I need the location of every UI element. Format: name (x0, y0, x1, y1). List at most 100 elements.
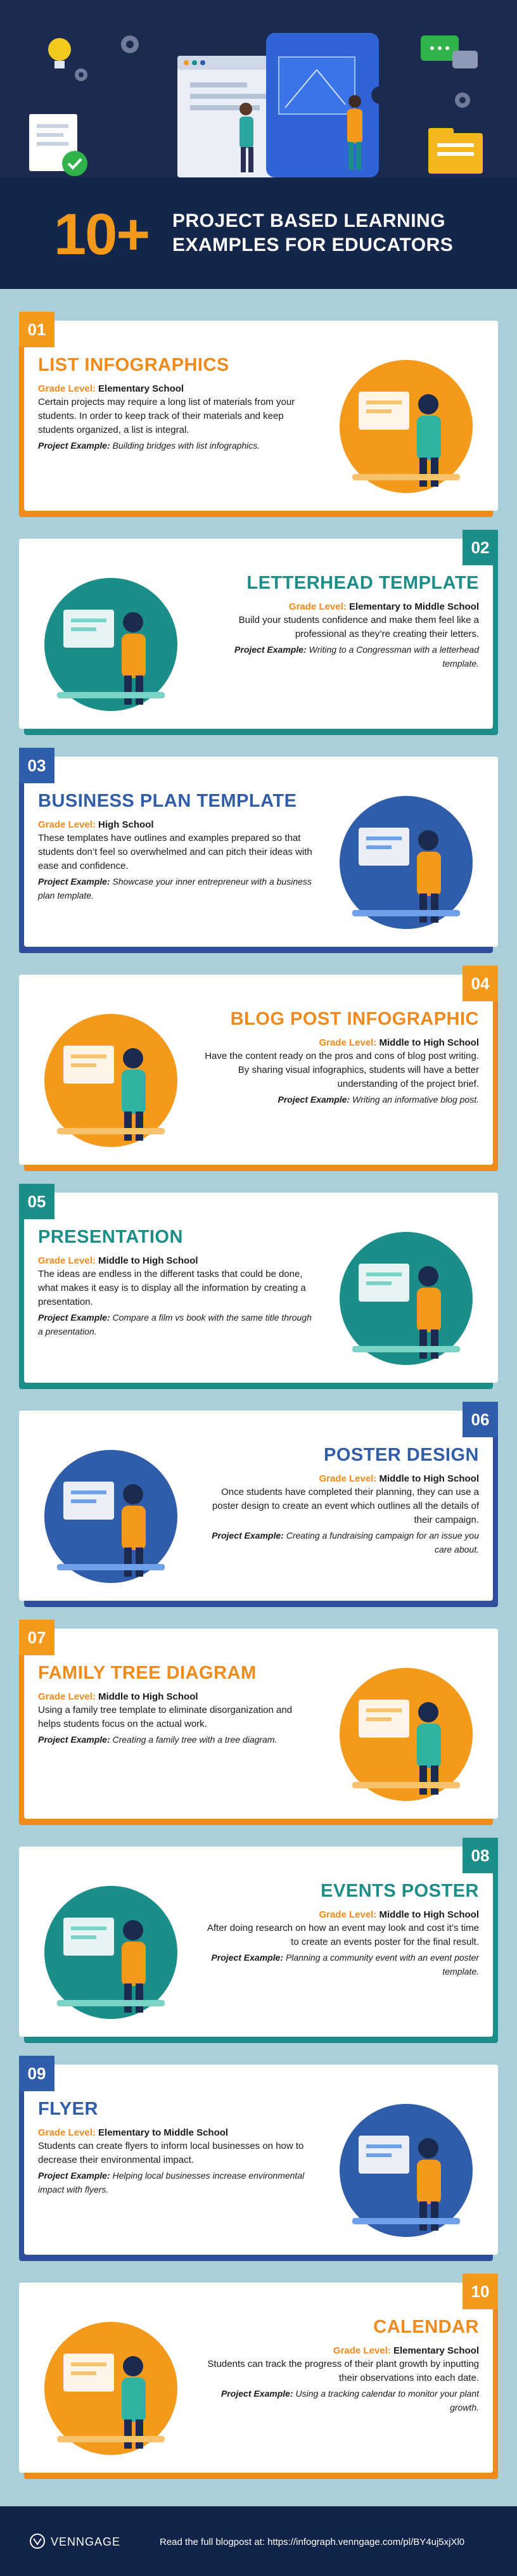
project-example: Project Example: Planning a community ev… (200, 1951, 479, 1978)
grade-label: Grade Level: (38, 819, 96, 830)
card-number-badge: 02 (463, 530, 498, 565)
grade-level: Grade Level: Middle to High School (200, 1473, 479, 1484)
card-body: BLOG POST INFOGRAPHIC Grade Level: Middle… (19, 975, 493, 1165)
card-description: Once students have completed their plann… (212, 1487, 479, 1525)
grade-value: Middle to High School (379, 1473, 480, 1484)
grade-level: Grade Level: Middle to High School (38, 1691, 317, 1702)
project-label: Project Example: (211, 1952, 284, 1963)
card-06: POSTER DESIGN Grade Level: Middle to High… (19, 1402, 498, 1607)
page-title: PROJECT BASED LEARNING EXAMPLES FOR EDUC… (172, 209, 453, 257)
painter-illustration (44, 1450, 177, 1583)
card-description: Students can create flyers to inform loc… (38, 2141, 304, 2165)
grade-label: Grade Level: (319, 1473, 377, 1484)
project-example: Project Example: Helping local businesse… (38, 2169, 317, 2196)
calendar-illustration (44, 2322, 177, 2455)
project-value: Using a tracking calendar to monitor you… (295, 2388, 479, 2413)
card-body: POSTER DESIGN Grade Level: Middle to High… (19, 1411, 493, 1601)
card-text: FLYER Grade Level: Elementary to Middle S… (38, 2095, 317, 2196)
project-example: Project Example: Using a tracking calend… (200, 2387, 479, 2414)
grade-label: Grade Level: (333, 2345, 391, 2356)
card-text: BUSINESS PLAN TEMPLATE Grade Level: High … (38, 787, 317, 902)
grade-label: Grade Level: (38, 1255, 96, 1266)
card-number-badge: 03 (19, 748, 54, 783)
card-title: LETTERHEAD TEMPLATE (246, 573, 479, 593)
grade-label: Grade Level: (319, 1909, 377, 1920)
project-value: Planning a community event with an event… (285, 1952, 479, 1977)
grade-label: Grade Level: (288, 601, 347, 612)
card-title: POSTER DESIGN (324, 1445, 479, 1465)
project-label: Project Example: (38, 1734, 110, 1745)
writing-letter-illustration (44, 578, 177, 711)
card-number-badge: 06 (463, 1402, 498, 1437)
project-value: Creating a fundraising campaign for an i… (286, 1530, 479, 1554)
card-number-badge: 09 (19, 2056, 54, 2091)
card-number-badge: 05 (19, 1184, 54, 1219)
project-label: Project Example: (221, 2388, 293, 2399)
hero-banner (0, 0, 517, 177)
card-number-badge: 08 (463, 1838, 498, 1873)
grade-value: Elementary to Middle School (348, 601, 479, 612)
laptop-pitch-illustration (340, 796, 473, 929)
recycle-flyer-illustration (340, 2104, 473, 2237)
footer: VENNGAGE Read the full blogpost at: http… (0, 2506, 517, 2576)
grade-level: Grade Level: Middle to High School (200, 1037, 479, 1048)
grade-label: Grade Level: (38, 2127, 96, 2138)
project-label: Project Example: (38, 1312, 110, 1323)
desk-computer-illustration (44, 1014, 177, 1147)
grade-level: Grade Level: High School (38, 819, 317, 830)
card-description: These templates have outlines and exampl… (38, 833, 312, 871)
card-title: FLYER (38, 2099, 98, 2119)
grade-value: Middle to High School (379, 1037, 480, 1048)
card-text: FAMILY TREE DIAGRAM Grade Level: Middle t… (38, 1659, 317, 1746)
grade-level: Grade Level: Elementary to Middle School (38, 2127, 317, 2138)
project-value: Creating a family tree with a tree diagr… (112, 1734, 278, 1745)
grade-level: Grade Level: Elementary School (200, 2345, 479, 2356)
book-presenter-illustration (340, 1232, 473, 1365)
card-body: LIST INFOGRAPHICS Grade Level: Elementary… (24, 321, 498, 511)
hero-illustration (0, 0, 517, 177)
page-title-line-2: EXAMPLES FOR EDUCATORS (172, 234, 454, 255)
project-example: Project Example: Compare a film vs book … (38, 1310, 317, 1338)
headline-number: 10+ (54, 202, 150, 267)
project-value: Writing an informative blog post. (352, 1094, 479, 1105)
grade-label: Grade Level: (38, 1691, 96, 1702)
grade-label: Grade Level: (38, 383, 96, 394)
family-illustration (340, 1668, 473, 1801)
card-04: BLOG POST INFOGRAPHIC Grade Level: Middle… (19, 966, 498, 1171)
event-crowd-illustration (44, 1886, 177, 2019)
card-number-badge: 04 (463, 966, 498, 1001)
footer-brand: VENNGAGE (51, 2535, 121, 2548)
card-body: BUSINESS PLAN TEMPLATE Grade Level: High … (24, 757, 498, 947)
card-08: EVENTS POSTER Grade Level: Middle to High… (19, 1838, 498, 2043)
card-text: LETTERHEAD TEMPLATE Grade Level: Elementa… (200, 569, 479, 670)
card-07: FAMILY TREE DIAGRAM Grade Level: Middle t… (19, 1620, 498, 1825)
grade-label: Grade Level: (319, 1037, 377, 1048)
grade-value: Elementary School (98, 383, 184, 394)
bridge-illustration (340, 360, 473, 493)
card-description: Build your students confidence and make … (238, 615, 479, 639)
grade-value: Elementary School (393, 2345, 479, 2356)
project-value: Building bridges with list infographics. (112, 440, 260, 451)
card-description: Have the content ready on the pros and c… (205, 1051, 479, 1089)
project-example: Project Example: Building bridges with l… (38, 439, 317, 452)
card-10: CALENDAR Grade Level: Elementary School St… (19, 2274, 498, 2479)
card-description: Certain projects may require a long list… (38, 397, 295, 435)
page-title-line-1: PROJECT BASED LEARNING (172, 210, 446, 231)
card-title: BLOG POST INFOGRAPHIC (230, 1009, 479, 1029)
grade-level: Grade Level: Elementary School (38, 383, 317, 394)
card-02: LETTERHEAD TEMPLATE Grade Level: Elementa… (19, 530, 498, 735)
project-example: Project Example: Showcase your inner ent… (38, 875, 317, 902)
grade-level: Grade Level: Middle to High School (38, 1255, 317, 1266)
project-value: Writing to a Congressman with a letterhe… (309, 644, 479, 669)
grade-value: Middle to High School (98, 1255, 198, 1266)
card-body: LETTERHEAD TEMPLATE Grade Level: Elementa… (19, 539, 493, 729)
footer-source-text: Read the full blogpost at: https://infog… (160, 2537, 465, 2547)
card-number-badge: 01 (19, 312, 54, 347)
grade-level: Grade Level: Elementary to Middle School (200, 601, 479, 612)
card-description: Using a family tree template to eliminat… (38, 1705, 293, 1729)
card-text: LIST INFOGRAPHICS Grade Level: Elementary… (38, 351, 317, 452)
card-title: FAMILY TREE DIAGRAM (38, 1663, 257, 1683)
grade-value: Middle to High School (98, 1691, 198, 1702)
card-body: CALENDAR Grade Level: Elementary School St… (19, 2283, 493, 2473)
card-title: EVENTS POSTER (321, 1881, 479, 1901)
